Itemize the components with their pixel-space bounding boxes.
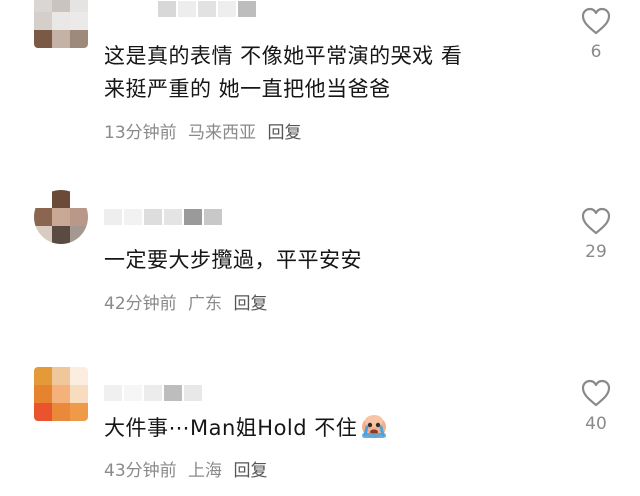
reply-button[interactable]: 回复 [233,461,267,481]
heart-icon [581,207,611,235]
like-count: 40 [585,414,607,434]
username-redacted[interactable] [104,384,202,402]
avatar[interactable] [34,190,88,244]
username-redacted[interactable] [104,208,222,226]
comment-meta: 13分钟前 马来西亚 回复 [104,118,307,143]
heart-icon [581,379,611,407]
comment-time: 13分钟前 [104,123,177,143]
comment-meta: 43分钟前 上海 回复 [104,456,273,481]
like-button[interactable]: 6 [576,6,616,62]
comment-text-line: 这是真的表情 不像她平常演的哭戏 看 [104,44,463,68]
comment-text: 一定要大步攬過，平平安安 [104,244,564,277]
comment-text-line: 一定要大步攬過，平平安安 [104,248,362,272]
heart-icon [581,7,611,35]
comment-meta: 42分钟前 广东 回复 [104,289,273,314]
like-count: 6 [590,42,602,62]
crying-face-emoji-icon [360,413,388,449]
comment-text-line: 大件事⋯Man姐Hold 不住 [104,412,564,449]
comment-location: 马来西亚 [188,123,257,143]
like-count: 29 [585,242,607,262]
comment-time: 42分钟前 [104,294,177,314]
comment-time: 43分钟前 [104,461,177,481]
reply-button[interactable]: 回复 [267,123,301,143]
username-redacted[interactable] [158,0,256,18]
comment-text: 这是真的表情 不像她平常演的哭戏 看 来挺严重的 她一直把他当爸爸 [104,40,564,106]
reply-button[interactable]: 回复 [233,294,267,314]
like-button[interactable]: 40 [576,378,616,434]
comment-location: 广东 [188,294,223,314]
comment-location: 上海 [188,461,223,481]
comment-text-line: 来挺严重的 她一直把他当爸爸 [104,77,391,101]
comment-text: 大件事⋯Man姐Hold 不住 [104,412,564,449]
like-button[interactable]: 29 [576,206,616,262]
avatar[interactable] [34,367,88,421]
comment-text-content: 大件事⋯Man姐Hold 不住 [104,416,358,440]
avatar[interactable] [34,0,88,48]
